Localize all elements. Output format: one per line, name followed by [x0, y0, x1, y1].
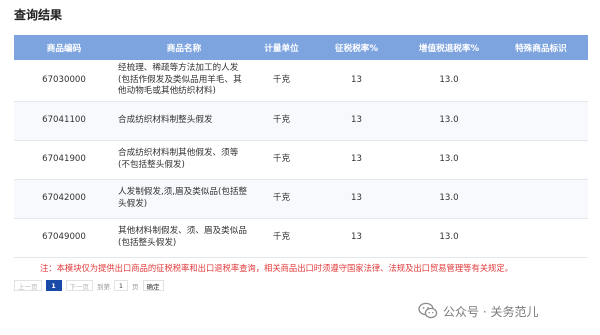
cell-code: 67049000: [42, 231, 86, 242]
cell-name: 合成纺织材料制整头假发: [118, 114, 213, 125]
cell-special: [494, 101, 588, 140]
column-header-code: 商品编码: [46, 43, 82, 54]
cell-refund-rate: 13.0: [439, 74, 459, 85]
cell-special: [494, 218, 588, 257]
cell-name: 合成纺织材料制其他假发、须等(不包括整头假发): [118, 148, 239, 170]
cell-name: 经梳理、稀疏等方法加工的人发(包括作假发及类似品用羊毛、其他动物毛或其他纺织材料…: [118, 63, 242, 97]
table-row: 67049000 其他材料制假发、须、眉及类似品(包括整头假发) 千克 13 1…: [14, 218, 588, 258]
results-table-container: 商品编码 商品名称 计量单位 征税税率% 增值税退税率% 特殊商品标识 6703…: [14, 35, 588, 258]
column-header-name: 商品名称: [166, 43, 202, 54]
cell-refund-rate: 13.0: [439, 231, 459, 242]
table-header-row: 商品编码 商品名称 计量单位 征税税率% 增值税退税率% 特殊商品标识: [14, 35, 588, 60]
confirm-page-button[interactable]: 确定: [142, 280, 164, 291]
cell-name: 人发制假发,须,眉及类似品(包括整头假发): [118, 187, 248, 209]
cell-code: 67030000: [42, 74, 86, 85]
cell-refund-rate: 13.0: [439, 192, 459, 203]
watermark-text: 公众号 · 关务范儿: [443, 304, 539, 319]
cell-tax-rate: 13: [351, 114, 362, 125]
cell-tax-rate: 13: [351, 192, 362, 203]
cell-tax-rate: 13: [351, 153, 362, 164]
cell-unit: 千克: [272, 74, 291, 85]
cell-code: 67041100: [42, 114, 86, 125]
cell-unit: 千克: [272, 192, 291, 203]
disclaimer-note: 注：本模块仅为提供出口商品的征税税率和出口退税率查询，相关商品出口时须遵守国家法…: [40, 263, 513, 273]
wechat-icon: [418, 302, 438, 319]
table-row: 67030000 经梳理、稀疏等方法加工的人发(包括作假发及类似品用羊毛、其他动…: [14, 60, 588, 102]
column-header-special: 特殊商品标识: [515, 43, 567, 54]
cell-unit: 千克: [272, 231, 291, 242]
cell-special: [494, 179, 588, 218]
cell-code: 67042000: [42, 192, 86, 203]
page-number-input[interactable]: 1: [114, 280, 128, 291]
cell-code: 67041900: [42, 153, 86, 164]
page-suffix-label: 页: [132, 282, 139, 291]
cell-tax-rate: 13: [351, 74, 362, 85]
column-header-tax-rate: 征税税率%: [335, 43, 378, 54]
table-row: 67041100 合成纺织材料制整头假发 千克 13 13.0: [14, 101, 588, 141]
cell-tax-rate: 13: [351, 231, 362, 242]
cell-special: [494, 60, 588, 101]
cell-unit: 千克: [272, 153, 291, 164]
column-header-refund-rate: 增值税退税率%: [418, 43, 480, 54]
watermark: 公众号 · 关务范儿: [418, 300, 538, 322]
results-table: 商品编码 商品名称 计量单位 征税税率% 增值税退税率% 特殊商品标识 6703…: [14, 35, 588, 258]
prev-page-button[interactable]: 上一页: [14, 280, 42, 291]
cell-unit: 千克: [272, 114, 291, 125]
page-title: 查询结果: [14, 8, 63, 22]
pagination: 上一页 1 下一页 到第 1 页 确定: [14, 279, 168, 292]
goto-label: 到第: [97, 282, 110, 291]
cell-name: 其他材料制假发、须、眉及类似品(包括整头假发): [118, 226, 247, 248]
next-page-button[interactable]: 下一页: [65, 280, 93, 291]
cell-refund-rate: 13.0: [439, 153, 459, 164]
table-row: 67041900 合成纺织材料制其他假发、须等(不包括整头假发) 千克 13 1…: [14, 140, 588, 180]
table-row: 67042000 人发制假发,须,眉及类似品(包括整头假发) 千克 13 13.…: [14, 179, 588, 219]
current-page-button[interactable]: 1: [45, 280, 62, 291]
column-header-unit: 计量单位: [264, 43, 299, 54]
cell-special: [494, 140, 588, 179]
cell-refund-rate: 13.0: [439, 114, 459, 125]
